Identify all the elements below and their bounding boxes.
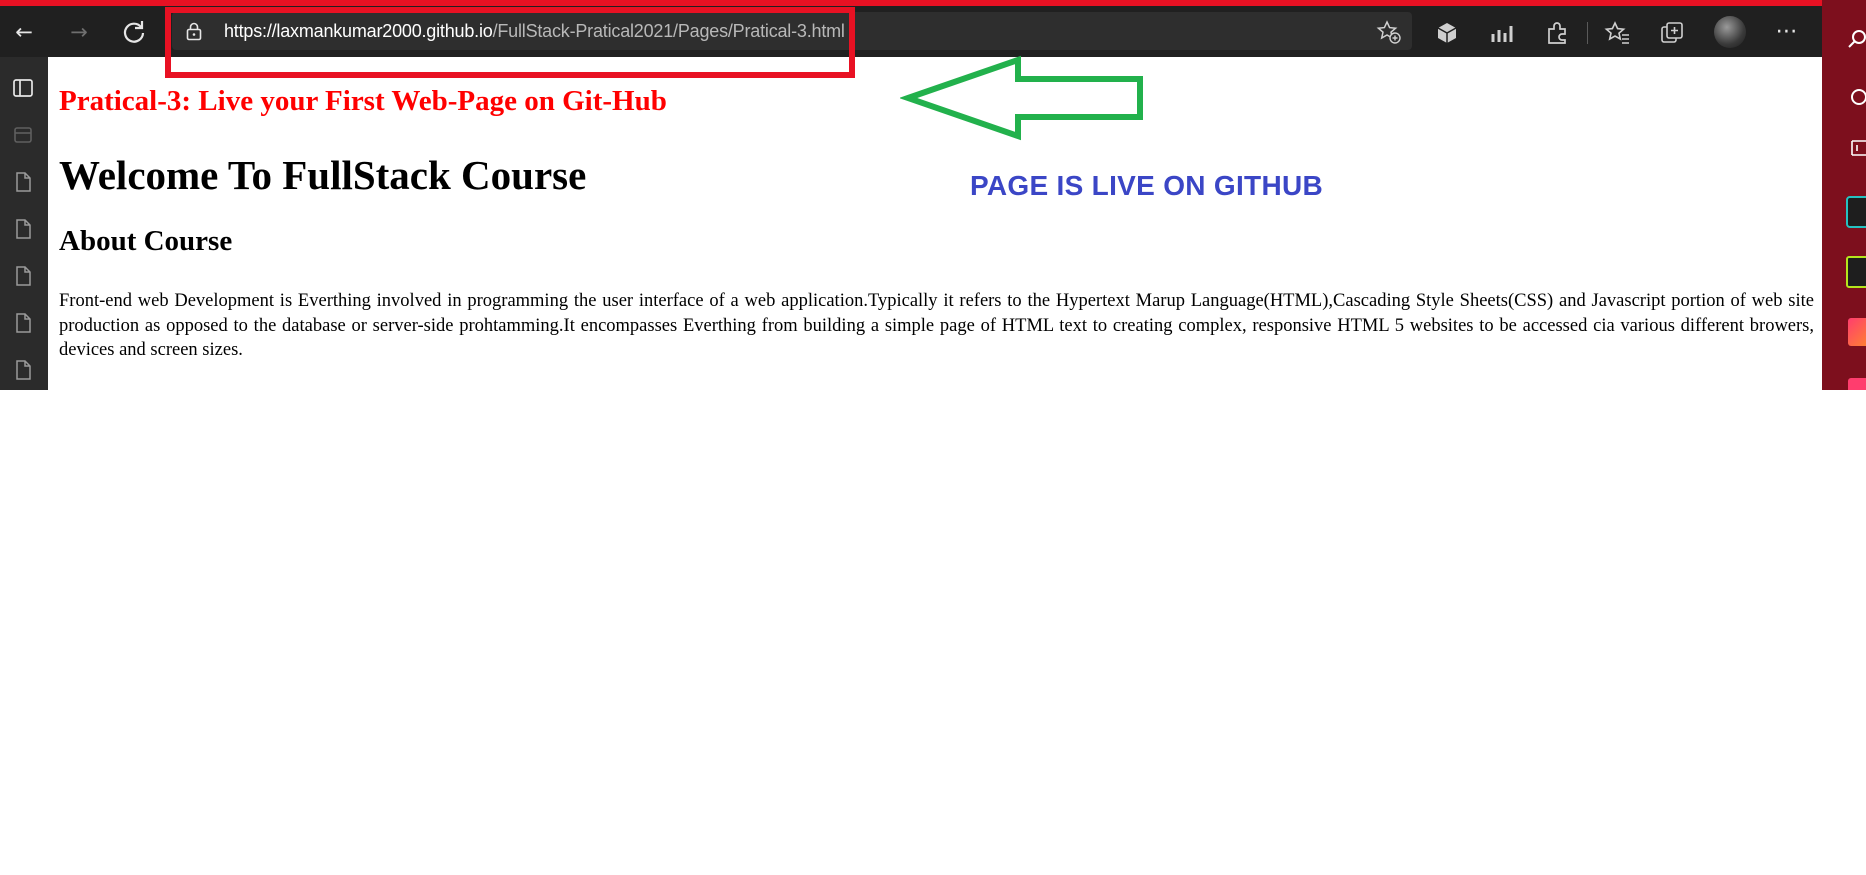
refresh-icon[interactable] xyxy=(118,16,150,48)
taskbar-right-edge xyxy=(1822,0,1866,390)
search-icon[interactable] xyxy=(1846,28,1866,50)
taskbar-app-icon[interactable] xyxy=(1848,378,1866,390)
tab-actions-icon[interactable] xyxy=(12,77,34,99)
screenshot-crop: ← → https://laxmankumar2000.github.io/Fu… xyxy=(0,0,1866,390)
toolbar-separator xyxy=(1587,22,1588,44)
jetbrains-app-icon[interactable] xyxy=(1848,318,1866,346)
collections-icon[interactable] xyxy=(1659,20,1685,46)
extension-cube-icon[interactable] xyxy=(1434,20,1460,46)
page-icon[interactable] xyxy=(12,171,34,193)
page-icon[interactable] xyxy=(12,218,34,240)
performance-icon[interactable] xyxy=(1489,20,1515,46)
green-arrow-annotation xyxy=(900,55,1143,141)
page-icon[interactable] xyxy=(12,265,34,287)
page-icon[interactable] xyxy=(12,312,34,334)
taskbar-app-icon[interactable] xyxy=(1846,86,1866,108)
page-live-annotation: PAGE IS LIVE ON GITHUB xyxy=(970,170,1324,201)
favorites-icon[interactable] xyxy=(1604,20,1630,46)
add-favorite-icon[interactable] xyxy=(1376,19,1402,45)
forward-icon[interactable]: → xyxy=(63,16,95,48)
dreamweaver-app-icon[interactable] xyxy=(1846,256,1866,288)
taskview-icon[interactable] xyxy=(1846,137,1866,159)
profile-avatar[interactable] xyxy=(1714,16,1746,48)
vertical-tabs-sidebar xyxy=(0,57,48,390)
back-icon[interactable]: ← xyxy=(8,16,40,48)
saved-tab-icon[interactable] xyxy=(12,124,34,146)
url-highlight-box xyxy=(165,7,855,78)
clion-app-icon[interactable] xyxy=(1846,196,1866,228)
extensions-puzzle-icon[interactable] xyxy=(1544,20,1570,46)
main-heading: Welcome To FullStack Course xyxy=(59,152,587,198)
course-description: Front-end web Development is Everthing i… xyxy=(59,291,1814,360)
section-heading: About Course xyxy=(59,225,233,257)
page-icon[interactable] xyxy=(12,359,34,381)
more-options-icon[interactable]: ⋯ xyxy=(1771,16,1803,48)
practical-title: Pratical-3: Live your First Web-Page on … xyxy=(59,85,667,117)
